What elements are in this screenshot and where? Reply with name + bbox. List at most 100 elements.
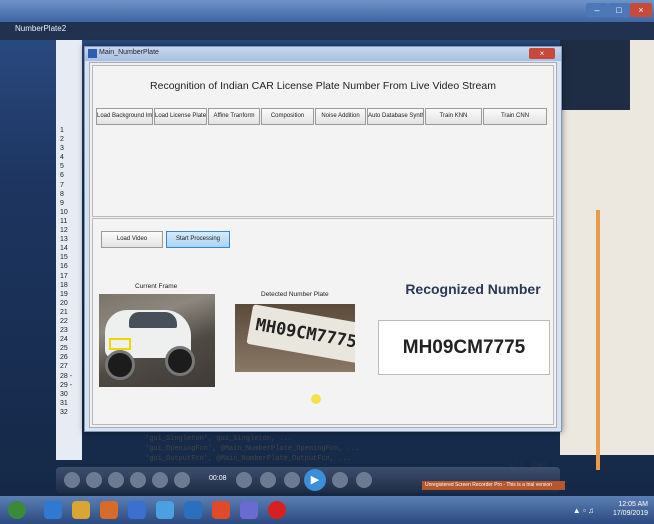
toolbar-button-composition[interactable]: Composition — [261, 108, 314, 125]
recorder-watermark: Unregistered Screen Recorder Pro - This … — [422, 481, 565, 490]
detected-plate-label: Detected Number Plate — [261, 291, 329, 298]
line-number: 12 — [60, 227, 68, 235]
pause-icon[interactable] — [236, 472, 252, 488]
app-icon — [88, 49, 97, 58]
media-button[interactable] — [64, 472, 80, 488]
line-number: 6 — [60, 172, 64, 180]
line-number: 16 — [60, 263, 68, 271]
line-number: 32 — [60, 408, 68, 416]
gui-window: Main_NumberPlate × Recognition of Indian… — [84, 46, 562, 432]
right-dark-panel — [560, 40, 630, 110]
system-tray[interactable]: ▲ ▫ ♫ — [573, 506, 594, 515]
line-number: 28 - — [60, 372, 73, 380]
code-line: 'gui_OutputFcn', @Main_NumberPlate_Outpu… — [145, 455, 351, 463]
app-icon[interactable] — [212, 501, 230, 519]
current-frame-label: Current Frame — [135, 283, 178, 290]
line-number: 15 — [60, 254, 68, 262]
toolbar-button-noise-addition[interactable]: Noise Addition — [315, 108, 366, 125]
car-wheel — [165, 346, 195, 376]
line-number: 24 — [60, 336, 68, 344]
outer-window-titlebar: – □ × — [0, 0, 654, 22]
line-number: 17 — [60, 272, 68, 280]
code-editor[interactable]: 'gui_Singleton', gui_Singleton, ... 'gui_… — [145, 434, 359, 464]
line-number: 14 — [60, 245, 68, 253]
toolbar-button-affine-tranform[interactable]: Affine Tranform — [208, 108, 260, 125]
line-number: 7 — [60, 181, 64, 189]
line-number: 8 — [60, 190, 64, 198]
car-wheel — [105, 350, 135, 380]
line-number: 25 — [60, 345, 68, 353]
line-number: 18 — [60, 281, 68, 289]
line-number-gutter: 1 2 3 4 5 6 7 8 9 10 11 12 13 14 15 16 17 18 19 20 21 22 23 24 2… — [60, 126, 82, 417]
fast-forward-icon[interactable] — [332, 472, 348, 488]
rewind-icon[interactable] — [284, 472, 300, 488]
code-line: 'gui_Singleton', gui_Singleton, ... — [145, 435, 293, 443]
close-icon[interactable]: × — [529, 48, 555, 59]
clock-date: 17/09/2019 — [612, 510, 648, 517]
media-player-bar: 00:08 ▶ Unregistered Screen Recorder Pro… — [56, 467, 565, 493]
editor-tab-label[interactable]: NumberPlate2 — [15, 24, 66, 33]
code-line: 'gui_OpeningFcn', @Main_NumberPlate_Open… — [145, 445, 360, 453]
line-number: 29 - — [60, 381, 73, 389]
media-button[interactable] — [130, 472, 146, 488]
mouse-cursor-highlight — [311, 394, 321, 404]
line-number: 5 — [60, 163, 64, 171]
line-number: 31 — [60, 399, 68, 407]
scroll-marker — [596, 210, 600, 470]
current-frame-image — [99, 294, 215, 387]
line-number: 21 — [60, 308, 68, 316]
load-video-button[interactable]: Load Video — [101, 231, 163, 248]
line-number: 22 — [60, 317, 68, 325]
gui-body: Recognition of Indian CAR License Plate … — [89, 62, 557, 428]
toolbar-button-auto-database-synthesizer[interactable]: Auto Database Synthesizer — [367, 108, 424, 125]
gui-titlebar: Main_NumberPlate × — [85, 47, 561, 61]
line-number: 2 — [60, 136, 64, 144]
detected-plate-image: MH09CM7775 — [235, 304, 355, 372]
media-button[interactable] — [86, 472, 102, 488]
line-number: 26 — [60, 354, 68, 362]
media-button[interactable] — [108, 472, 124, 488]
line-number: 23 — [60, 327, 68, 335]
plate-detection-box — [109, 338, 131, 350]
line-number: 13 — [60, 236, 68, 244]
line-number: 4 — [60, 154, 64, 162]
close-icon[interactable]: × — [630, 3, 652, 17]
line-number: 19 — [60, 290, 68, 298]
top-panel: Recognition of Indian CAR License Plate … — [92, 65, 554, 217]
taskbar: ▲ ▫ ♫ 12:05 AM 17/09/2019 — [0, 496, 654, 524]
play-icon[interactable]: ▶ — [304, 469, 326, 491]
recognized-number-value: MH09CM7775 — [378, 320, 550, 375]
line-number: 27 — [60, 363, 68, 371]
minimize-icon[interactable]: – — [586, 3, 608, 17]
opera-icon[interactable] — [268, 501, 286, 519]
media-time: 00:08 — [209, 475, 227, 482]
toolbar-button-load-background-image[interactable]: Load Background Image — [96, 108, 153, 125]
start-icon[interactable] — [8, 501, 26, 519]
toolbar-button-load-license-plate[interactable]: Load License Plate — [154, 108, 207, 125]
media-button[interactable] — [152, 472, 168, 488]
chrome-icon[interactable] — [156, 501, 174, 519]
car-window — [129, 312, 177, 328]
bottom-panel: Load Video Start Processing Current Fram… — [92, 218, 554, 425]
ie-icon[interactable] — [44, 501, 62, 519]
toolbar-button-train-cnn[interactable]: Train CNN — [483, 108, 547, 125]
gui-window-title: Main_NumberPlate — [99, 49, 159, 56]
app-icon[interactable] — [128, 501, 146, 519]
clock[interactable]: 12:05 AM 17/09/2019 — [613, 500, 648, 518]
line-number: 3 — [60, 145, 64, 153]
plate-text: MH09CM7775 — [246, 304, 355, 364]
maximize-icon[interactable]: □ — [608, 3, 630, 17]
firefox-icon[interactable] — [100, 501, 118, 519]
explorer-icon[interactable] — [72, 501, 90, 519]
line-number: 10 — [60, 208, 68, 216]
stop-icon[interactable] — [260, 472, 276, 488]
start-processing-button[interactable]: Start Processing — [166, 231, 230, 248]
recognized-number-label: Recognized Number — [405, 281, 541, 297]
line-number: 1 — [60, 127, 64, 134]
media-button[interactable] — [174, 472, 190, 488]
volume-icon[interactable] — [356, 472, 372, 488]
app-icon[interactable] — [240, 501, 258, 519]
editor-tab-bar: NumberPlate2 — [0, 22, 654, 40]
toolbar-button-train-knn[interactable]: Train KNN — [425, 108, 482, 125]
app-icon[interactable] — [184, 501, 202, 519]
